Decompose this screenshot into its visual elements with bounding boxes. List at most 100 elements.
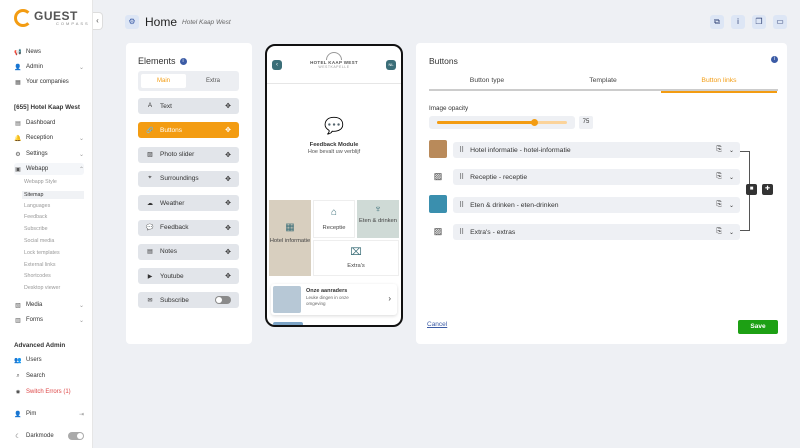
chart-icon: ▤	[15, 120, 21, 127]
cancel-link[interactable]: Cancel	[427, 321, 447, 328]
sidebar-subitem[interactable]: Social media	[24, 238, 54, 244]
sidebar-subitem[interactable]: Lock templates	[24, 250, 60, 256]
sidebar-subitem[interactable]: Shortcodes	[24, 273, 51, 279]
image-placeholder-icon[interactable]: ▨	[429, 167, 447, 185]
element-buttons[interactable]: 🔗 Buttons ✥	[138, 122, 239, 139]
image-opacity-slider[interactable]	[429, 116, 575, 129]
drag-handle-icon[interactable]: ✥	[225, 151, 231, 159]
sidebar-item-reception[interactable]: 🔔 Reception ⌄	[14, 132, 84, 144]
link-action-icon[interactable]: ⎘	[716, 228, 722, 236]
trash-icon: ■	[749, 186, 754, 192]
element-text[interactable]: A Text ✥	[138, 98, 239, 114]
info-icon[interactable]: i	[771, 56, 778, 63]
button-link-select[interactable]: ⠿ Hotel informatie - hotel-informatie ⎘ ⌄	[453, 142, 740, 158]
element-label: Subscribe	[160, 296, 189, 304]
drag-handle-icon[interactable]: ✥	[225, 248, 231, 256]
chevron-icon: ⌄	[78, 302, 84, 309]
image-placeholder-icon[interactable]: ▨	[429, 222, 447, 240]
link-action-icon[interactable]: ⎘	[716, 201, 722, 209]
tile-receptie[interactable]: ⌂ Receptie	[313, 200, 355, 238]
drag-handle-icon[interactable]: ✥	[225, 175, 231, 183]
sidebar-subitem[interactable]: External links	[24, 262, 56, 268]
user-menu[interactable]: 👤 Pim ⇥	[14, 408, 84, 420]
drag-grip-icon[interactable]: ⠿	[459, 173, 464, 181]
button-link-select[interactable]: ⠿ Extra's - extras ⎘ ⌄	[453, 224, 740, 240]
sidebar-subitem[interactable]: Sitemap	[22, 190, 84, 199]
link-action-icon[interactable]: ⎘	[716, 146, 722, 154]
sidebar-item-webapp[interactable]: ▣ Webapp ⌃	[14, 163, 84, 175]
tile-eten-drinken[interactable]: ♆ Eten & drinken	[357, 200, 399, 238]
drag-grip-icon[interactable]: ⠿	[459, 228, 464, 236]
drag-handle-icon[interactable]: ✥	[225, 199, 231, 207]
sidebar-item-forms[interactable]: ▥ Forms ⌄	[14, 314, 84, 326]
subscribe-toggle[interactable]	[215, 296, 231, 305]
tile-extras[interactable]: ⌧ Extra's	[313, 240, 399, 276]
save-button[interactable]: Save	[738, 320, 778, 334]
sidebar-item-users[interactable]: 👥 Users	[14, 354, 84, 366]
copy-tool-button[interactable]: ❐	[752, 15, 766, 29]
element-surroundings[interactable]: ⌖ Surroundings ✥	[138, 170, 239, 187]
element-youtube[interactable]: ▶ Youtube ✥	[138, 268, 239, 285]
collapse-sidebar-button[interactable]: ‹	[93, 12, 103, 30]
element-notes[interactable]: ▤ Notes ✥	[138, 243, 239, 260]
sidebar-item-settings[interactable]: ⚙ Settings ⌄	[14, 148, 84, 160]
logout-icon[interactable]: ⇥	[79, 411, 84, 418]
tile-hotel-informatie[interactable]: ▦ Hotel informatie	[269, 200, 311, 276]
button-link-select[interactable]: ⠿ Receptie - receptie ⎘ ⌄	[453, 169, 740, 185]
drag-grip-icon[interactable]: ⠿	[459, 201, 464, 209]
feedback-module[interactable]: 💬 Feedback Module Hoe bevalt uw verblijf	[267, 116, 401, 155]
sidebar-subitem[interactable]: Languages	[24, 203, 50, 209]
drag-grip-icon[interactable]: ⠿	[459, 146, 464, 154]
segment-main[interactable]: Main	[141, 74, 186, 88]
sidebar-item-news[interactable]: 📢 News	[14, 46, 84, 58]
language-button[interactable]: NL	[386, 60, 396, 70]
element-photo-slider[interactable]: ▨ Photo slider ✥	[138, 146, 239, 163]
sidebar-item-media[interactable]: ▧ Media ⌄	[14, 299, 84, 311]
sidebar-subitem[interactable]: Subscribe	[24, 226, 48, 232]
drag-handle-icon[interactable]: ✥	[225, 126, 231, 134]
sidebar-item-label: Webapp	[26, 166, 49, 172]
link-action-icon[interactable]: ⎘	[716, 173, 722, 181]
slider-handle[interactable]	[531, 119, 538, 126]
image-icon: ▨	[147, 152, 153, 159]
element-subscribe[interactable]: ✉ Subscribe	[138, 292, 239, 309]
info-tool-button[interactable]: i	[731, 15, 745, 29]
sidebar-item-label: Media	[26, 302, 43, 308]
tile-label: Hotel informatie	[269, 238, 311, 244]
drag-handle-icon[interactable]: ✥	[225, 272, 231, 280]
button-link-select[interactable]: ⠿ Eten & drinken - eten-drinken ⎘ ⌄	[453, 197, 740, 213]
delete-button[interactable]: ■	[746, 184, 757, 195]
sitemap-tool-button[interactable]: ⧉	[710, 15, 724, 29]
drag-handle-icon[interactable]: ✥	[225, 102, 231, 110]
elements-title: Elements	[138, 56, 176, 66]
segment-extra[interactable]: Extra	[190, 74, 236, 88]
drag-handle-icon[interactable]: ✥	[225, 224, 231, 232]
guest-compass-logo[interactable]: GUEST COMPASS	[14, 9, 90, 27]
tab-button-links[interactable]: Button links	[661, 77, 777, 93]
sidebar-subitem[interactable]: Feedback	[24, 214, 47, 220]
darkmode-toggle[interactable]	[68, 432, 84, 440]
sidebar-item-search[interactable]: ⌕ Search	[14, 370, 84, 382]
image-opacity-value[interactable]: 75	[579, 116, 593, 129]
info-icon[interactable]: i	[179, 58, 187, 66]
element-feedback[interactable]: 💬 Feedback ✥	[138, 219, 239, 236]
element-weather[interactable]: ☁ Weather ✥	[138, 195, 239, 212]
tile-label: Receptie	[322, 225, 346, 231]
add-button[interactable]: ✚	[762, 184, 773, 195]
sidebar-item-label: Switch Errors (1)	[26, 389, 71, 395]
sidebar-subitem[interactable]: Webapp Style	[24, 179, 57, 185]
sidebar-item-switch-errors-1[interactable]: ✸ Switch Errors (1)	[14, 386, 84, 398]
tab-button-type[interactable]: Button type	[429, 77, 545, 84]
link-thumbnail[interactable]	[429, 195, 447, 213]
sidebar-item-dashboard[interactable]: ▤ Dashboard	[14, 117, 84, 129]
tab-template[interactable]: Template	[545, 77, 661, 84]
list-item[interactable]: Onze aanraders Leuke dingen in onze omge…	[271, 284, 397, 315]
sidebar-item-admin[interactable]: 👤 Admin ⌄	[14, 61, 84, 73]
element-label: Notes	[160, 248, 177, 256]
sidebar-subitem[interactable]: Desktop viewer	[24, 285, 60, 291]
link-thumbnail[interactable]	[429, 140, 447, 158]
chevron-icon: ⌄	[78, 317, 84, 324]
sidebar-item-your-companies[interactable]: ▦ Your companies	[14, 76, 84, 88]
darkmode-toggle-row[interactable]: ☾ Darkmode	[14, 430, 84, 442]
desktop-tool-button[interactable]: ▭	[773, 15, 787, 29]
